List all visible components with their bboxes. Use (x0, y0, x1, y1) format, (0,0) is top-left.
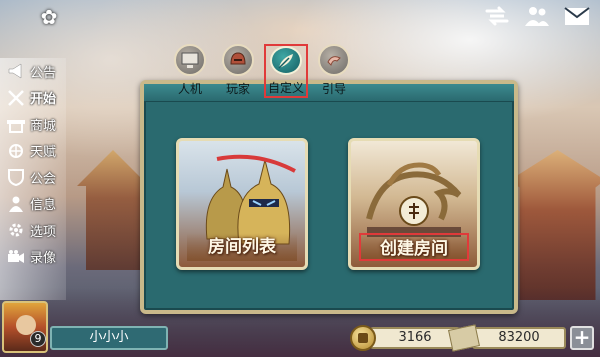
palace-right (510, 150, 600, 300)
switch-account-icon[interactable] (484, 4, 510, 28)
sidebar-item-replay[interactable]: 录像 (0, 244, 66, 271)
gold-amount: 3166 (370, 327, 460, 349)
tab-label: 人机 (177, 82, 202, 96)
create-room-card[interactable]: 创建房间 (348, 138, 480, 270)
add-currency-button[interactable]: + (570, 326, 594, 350)
avatar[interactable]: 9 (2, 301, 48, 353)
left-sidebar: 公告 开始 商城 天赋 公会 信息 选项 录像 (0, 58, 66, 300)
create-room-label: 创建房间 (359, 233, 469, 261)
tab-player[interactable]: 玩家 (216, 44, 260, 98)
sidebar-item-label: 商城 (30, 118, 57, 134)
sidebar-item-label: 开始 (30, 92, 57, 108)
guild-shield-icon (6, 167, 26, 187)
ticket-counter: 83200 (448, 324, 566, 352)
sidebar-item-label: 选项 (30, 224, 57, 240)
sidebar-item-label: 公告 (30, 65, 57, 81)
level-badge: 9 (30, 331, 46, 347)
helmet-icon (222, 44, 254, 76)
sidebar-item-guild[interactable]: 公会 (0, 164, 66, 191)
sidebar-item-label: 录像 (30, 251, 57, 267)
computer-icon (174, 44, 206, 76)
hand-pointer-icon (318, 44, 350, 76)
room-list-card[interactable]: 房间列表 (176, 138, 308, 270)
sidebar-item-info[interactable]: 信息 (0, 191, 66, 218)
room-list-label: 房间列表 (187, 233, 297, 261)
mode-tabs: 人机 玩家 自定义 引导 (168, 44, 356, 98)
gold-coin-icon (350, 325, 376, 351)
crossed-swords-icon (6, 88, 26, 108)
tab-label: 玩家 (225, 82, 250, 96)
shop-icon (6, 114, 26, 134)
tab-label: 引导 (321, 82, 346, 96)
sidebar-item-shop[interactable]: 商城 (0, 111, 66, 138)
talent-icon (6, 141, 26, 161)
friends-icon[interactable] (524, 4, 550, 28)
sidebar-item-talent[interactable]: 天赋 (0, 138, 66, 165)
tab-custom[interactable]: 自定义 (264, 44, 308, 98)
tab-guide[interactable]: 引导 (312, 44, 356, 98)
sidebar-item-label: 公会 (30, 171, 57, 187)
gear-icon (6, 220, 26, 240)
tab-ai[interactable]: 人机 (168, 44, 212, 98)
person-icon (6, 194, 26, 214)
sidebar-item-label: 天赋 (30, 145, 57, 161)
player-name: 小小小 (50, 326, 168, 350)
feather-quill-icon (270, 46, 302, 75)
sidebar-item-label: 信息 (30, 198, 57, 214)
sidebar-item-announcement[interactable]: 公告 (0, 58, 66, 85)
megaphone-icon (6, 61, 26, 81)
sidebar-item-start[interactable]: 开始 (0, 85, 66, 112)
sidebar-item-options[interactable]: 选项 (0, 217, 66, 244)
camera-icon (6, 247, 26, 267)
top-right-toolbar (484, 4, 590, 28)
mail-icon[interactable] (564, 4, 590, 28)
tab-label: 自定义 (267, 81, 304, 95)
game-logo-icon[interactable]: ✿ (36, 4, 62, 30)
ticket-amount: 83200 (472, 327, 566, 349)
gold-counter: 3166 (350, 325, 460, 351)
